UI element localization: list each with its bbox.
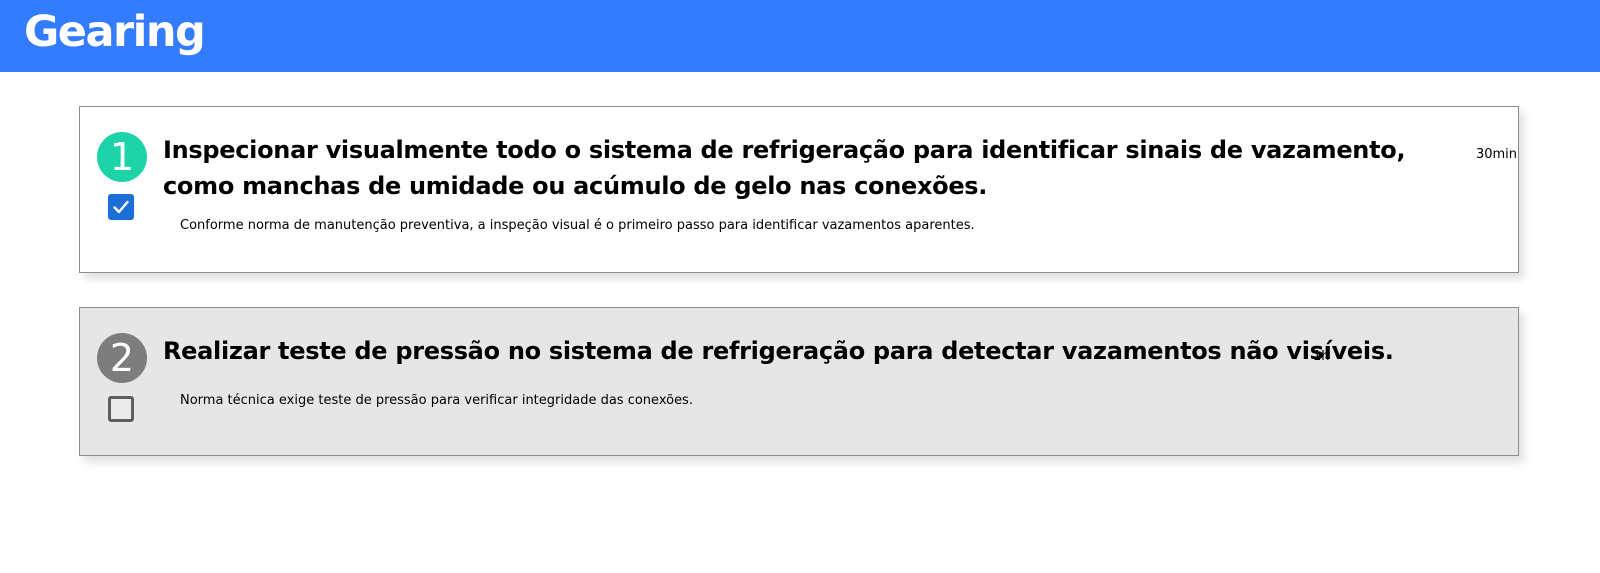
step-note: Conforme norma de manutenção preventiva,… [180, 218, 975, 233]
step-checkbox-unchecked[interactable] [108, 396, 134, 422]
step-title: Inspecionar visualmente todo o sistema d… [163, 136, 1406, 200]
step-number-badge: 2 [97, 333, 147, 383]
step-duration: 1h [1313, 349, 1330, 364]
step-duration: 30min [1475, 147, 1517, 162]
step-title: Realizar teste de pressão no sistema de … [163, 337, 1394, 365]
top-bar: Gearing [0, 0, 1600, 72]
step-card-1: 1 Inspecionar visualmente todo o sistema… [79, 106, 1519, 273]
step-number-badge: 1 [97, 132, 147, 182]
brand-logo[interactable]: Gearing [24, 4, 206, 60]
step-note: Norma técnica exige teste de pressão par… [180, 393, 693, 408]
checkmark-icon [113, 200, 129, 214]
step-card-2: 2 Realizar teste de pressão no sistema d… [79, 307, 1519, 456]
step-checkbox-checked[interactable] [108, 194, 134, 220]
